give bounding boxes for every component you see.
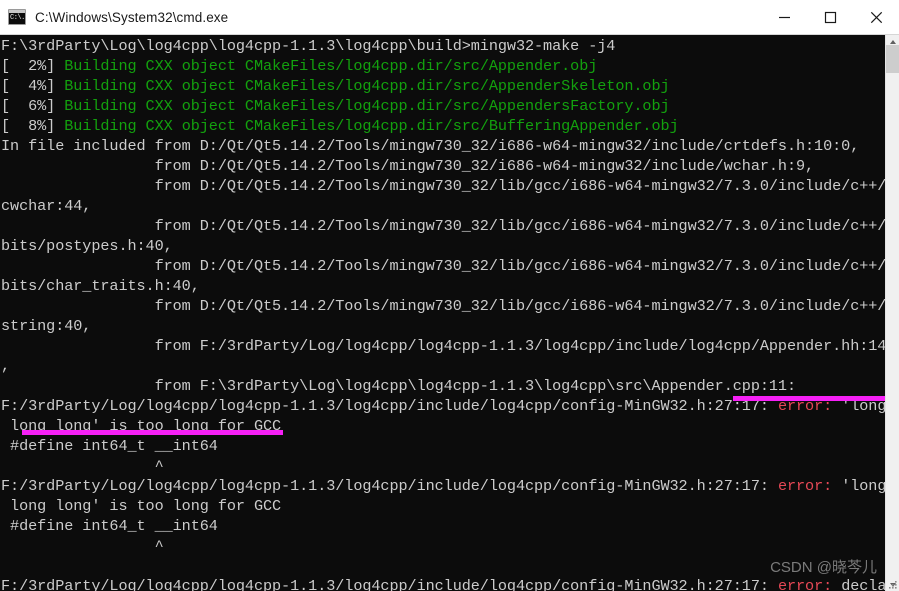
console-line: from D:/Qt/Qt5.14.2/Tools/mingw730_32/li… <box>0 216 885 236</box>
console-line: from F:/3rdParty/Log/log4cpp/log4cpp-1.1… <box>0 336 885 356</box>
console-text-white: F:/3rdParty/Log/log4cpp/log4cpp-1.1.3/lo… <box>1 577 778 591</box>
console-text-white: [ 8%] <box>1 117 65 135</box>
cmd-window: C:\. C:\Windows\System32\cmd.exe F:\3rdP… <box>0 0 899 591</box>
console-text-white: from F:/3rdParty/Log/log4cpp/log4cpp-1.1… <box>1 337 885 355</box>
maximize-button[interactable] <box>807 0 853 34</box>
console-line: from D:/Qt/Qt5.14.2/Tools/mingw730_32/li… <box>0 256 885 276</box>
console-text-white: #define int64_t __int64 <box>1 437 218 455</box>
console-text-white: [ 6%] <box>1 97 65 115</box>
minimize-button[interactable] <box>761 0 807 34</box>
console-text-white: cwchar:44, <box>1 197 92 215</box>
console-line: ^ <box>0 536 885 556</box>
console-text-white: decla <box>841 577 885 591</box>
console-line: cwchar:44, <box>0 196 885 216</box>
console-text-white: bits/postypes.h:40, <box>1 237 173 255</box>
console-line: long long' is too long for GCC <box>0 496 885 516</box>
console-text-red: error: <box>777 577 842 591</box>
close-button[interactable] <box>853 0 899 34</box>
console-text-white: from D:/Qt/Qt5.14.2/Tools/mingw730_32/li… <box>1 297 885 315</box>
console-line: from F:\3rdParty\Log\log4cpp\log4cpp-1.1… <box>0 376 885 396</box>
console-text-white: #define int64_t __int64 <box>1 517 218 535</box>
csdn-watermark: CSDN @晓芩儿 <box>770 559 877 576</box>
icon-titlebar-stripe <box>9 10 25 13</box>
scrollbar-thumb[interactable] <box>886 45 899 73</box>
console-text-white: long long' is too long for GCC <box>1 497 282 515</box>
console-line: from D:/Qt/Qt5.14.2/Tools/mingw730_32/li… <box>0 176 885 196</box>
console-line: F:\3rdParty\Log\log4cpp\log4cpp-1.1.3\lo… <box>0 36 885 56</box>
console-text-green: Building CXX object CMakeFiles/log4cpp.d… <box>64 117 679 135</box>
console-text-white: [ 4%] <box>1 77 65 95</box>
console-line: In file included from D:/Qt/Qt5.14.2/Too… <box>0 136 885 156</box>
console-text-green: Building CXX object CMakeFiles/log4cpp.d… <box>64 97 670 115</box>
console-text-white: from D:/Qt/Qt5.14.2/Tools/mingw730_32/li… <box>1 217 885 235</box>
icon-prompt-glyph: C:\. <box>10 14 25 22</box>
console-line: [ 2%] Building CXX object CMakeFiles/log… <box>0 56 885 76</box>
console-text-white: F:/3rdParty/Log/log4cpp/log4cpp-1.1.3/lo… <box>1 477 778 495</box>
console-text-white: F:/3rdParty/Log/log4cpp/log4cpp-1.1.3/lo… <box>1 397 778 415</box>
console-line: , <box>0 356 885 376</box>
console-text-white: from D:/Qt/Qt5.14.2/Tools/mingw730_32/i6… <box>1 157 815 175</box>
console-line: from D:/Qt/Qt5.14.2/Tools/mingw730_32/i6… <box>0 156 885 176</box>
console-text-green: Building CXX object CMakeFiles/log4cpp.d… <box>64 77 670 95</box>
console-line: [ 8%] Building CXX object CMakeFiles/log… <box>0 116 885 136</box>
console-line: F:/3rdParty/Log/log4cpp/log4cpp-1.1.3/lo… <box>0 576 885 591</box>
console-output[interactable]: F:\3rdParty\Log\log4cpp\log4cpp-1.1.3\lo… <box>0 35 885 591</box>
highlight-error-long <box>733 396 886 401</box>
console-text-white: bits/char_traits.h:40, <box>1 277 200 295</box>
console-text-white: from D:/Qt/Qt5.14.2/Tools/mingw730_32/li… <box>1 257 885 275</box>
console-text-white: from F:\3rdParty\Log\log4cpp\log4cpp-1.1… <box>1 377 797 395</box>
window-title: C:\Windows\System32\cmd.exe <box>35 9 229 25</box>
console-line: [ 6%] Building CXX object CMakeFiles/log… <box>0 96 885 116</box>
resize-grip[interactable] <box>886 578 898 590</box>
console-text-white: string:40, <box>1 317 92 335</box>
console-scrollbar[interactable] <box>885 35 899 591</box>
console-line: #define int64_t __int64 <box>0 516 885 536</box>
console-line: from D:/Qt/Qt5.14.2/Tools/mingw730_32/li… <box>0 296 885 316</box>
console-text-red: error: <box>777 477 842 495</box>
console-line: string:40, <box>0 316 885 336</box>
window-titlebar[interactable]: C:\. C:\Windows\System32\cmd.exe <box>0 0 899 35</box>
console-text-green: Building CXX object CMakeFiles/log4cpp.d… <box>64 57 598 75</box>
console-text-white: from D:/Qt/Qt5.14.2/Tools/mingw730_32/li… <box>1 177 885 195</box>
console-text-white: ^ <box>1 537 164 555</box>
console-text-white: , <box>1 357 11 375</box>
cmd-console-icon: C:\. <box>8 9 26 25</box>
console-line: bits/postypes.h:40, <box>0 236 885 256</box>
console-line: bits/char_traits.h:40, <box>0 276 885 296</box>
console-text-white: In file included from D:/Qt/Qt5.14.2/Too… <box>1 137 860 155</box>
console-line: F:/3rdParty/Log/log4cpp/log4cpp-1.1.3/lo… <box>0 476 885 496</box>
console-line: ^ <box>0 456 885 476</box>
console-text-white: [ 2%] <box>1 57 65 75</box>
console-text-white: 'long <box>841 477 885 495</box>
console-line: #define int64_t __int64 <box>0 436 885 456</box>
console-line: [ 4%] Building CXX object CMakeFiles/log… <box>0 76 885 96</box>
highlight-define-int64 <box>22 430 283 435</box>
console-text-white: ^ <box>1 457 164 475</box>
console-text-white: F:\3rdParty\Log\log4cpp\log4cpp-1.1.3\lo… <box>1 37 616 55</box>
